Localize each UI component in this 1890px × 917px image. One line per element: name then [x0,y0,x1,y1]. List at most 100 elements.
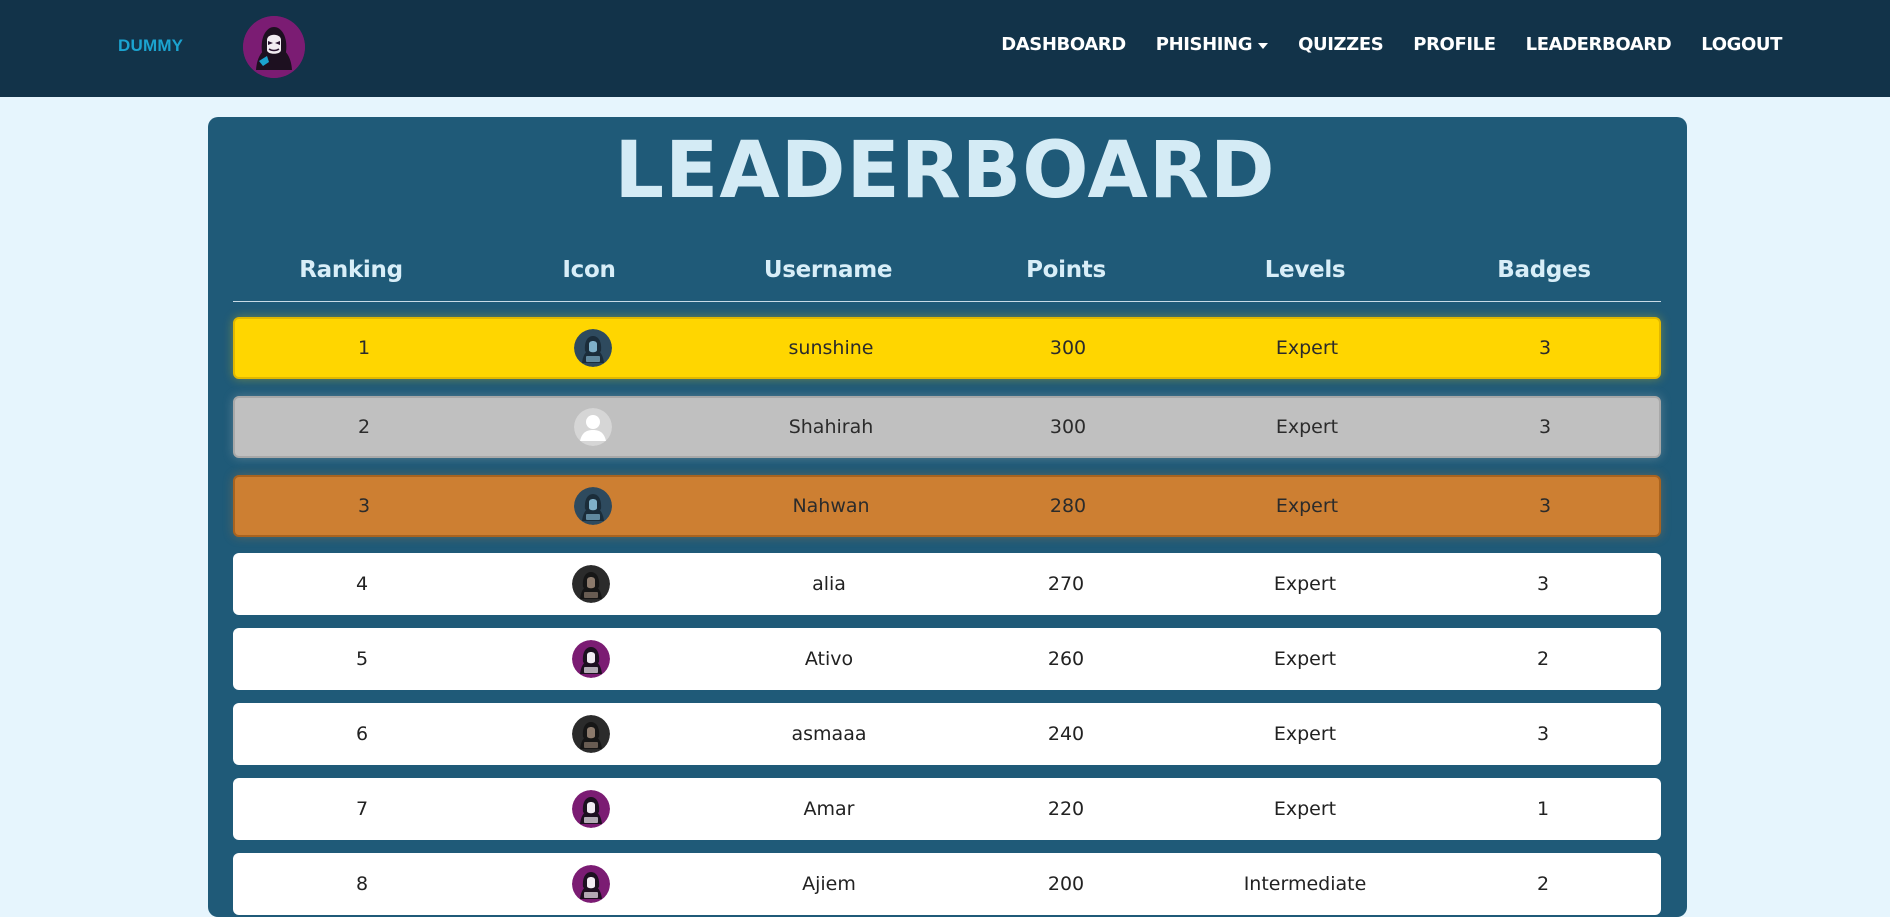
points-cell: 270 [946,553,1186,615]
header-ranking: Ranking [299,257,403,283]
default-user-avatar-icon [574,408,612,446]
rank-cell: 3 [244,477,484,535]
table-row[interactable]: 1 sunshine 300 Expert 3 [233,317,1661,379]
points-cell: 200 [946,853,1186,915]
table-row[interactable]: 2 Shahirah 300 Expert 3 [233,396,1661,458]
points-cell-text: 220 [1047,798,1085,820]
rank-cell: 6 [242,703,482,765]
table-row[interactable]: 8 Ajiem 200 Intermediate 2 [233,853,1661,915]
brand-link[interactable]: DUMMY [118,36,183,56]
rank-cell: 4 [242,553,482,615]
nav-link-quizzes[interactable]: QUIZZES [1298,34,1384,55]
table-row[interactable]: 3 Nahwan 280 Expert 3 [233,475,1661,537]
page-title: LEADERBOARD [614,126,1276,216]
rank-cell-text: 7 [355,798,369,820]
username-cell: asmaaa [709,703,949,765]
badges-cell: 3 [1423,553,1663,615]
username-cell: Nahwan [711,477,951,535]
header-badges: Badges [1497,257,1591,283]
icon-cell [471,628,711,690]
username-cell-text: Ativo [804,648,854,670]
rank-cell-text: 1 [357,337,371,359]
badges-cell-text: 3 [1536,573,1550,595]
hacker-blue-avatar-icon [574,487,612,525]
nav-links: DASHBOARD PHISHING QUIZZES PROFILE LEADERBOA… [1001,34,1782,55]
points-cell-text: 240 [1047,723,1085,745]
badges-cell: 1 [1423,778,1663,840]
table-row[interactable]: 7 Amar 220 Expert 1 [233,778,1661,840]
badges-cell-text: 3 [1538,416,1552,438]
hacker-dark-avatar-icon [572,565,610,603]
level-cell: Intermediate [1185,853,1425,915]
username-cell: Ajiem [709,853,949,915]
badges-cell-text: 3 [1538,337,1552,359]
hacker-purple-avatar-icon [572,640,610,678]
points-cell: 280 [948,477,1188,535]
badges-cell: 3 [1425,477,1665,535]
icon-cell [471,703,711,765]
icon-cell [471,553,711,615]
level-cell-text: Expert [1275,416,1339,438]
username-cell-text: Shahirah [788,416,874,438]
badges-cell-text: 3 [1538,495,1552,517]
nav-link-profile[interactable]: PROFILE [1413,34,1496,55]
points-cell: 300 [948,398,1188,456]
nav-link-label: PHISHING [1155,34,1253,55]
icon-cell [473,319,713,377]
table-row[interactable]: 4 alia 270 Expert 3 [233,553,1661,615]
icon-cell [471,853,711,915]
header-points: Points [1026,257,1106,283]
level-cell-text: Expert [1273,573,1337,595]
points-cell-text: 200 [1047,873,1085,895]
icon-cell [473,398,713,456]
icon-cell [471,778,711,840]
points-cell-text: 260 [1047,648,1085,670]
rank-cell-text: 3 [357,495,371,517]
nav-link-leaderboard[interactable]: LEADERBOARD [1526,34,1672,55]
table-row[interactable]: 6 asmaaa 240 Expert 3 [233,703,1661,765]
level-cell: Expert [1187,398,1427,456]
username-cell: Amar [709,778,949,840]
points-cell-text: 280 [1049,495,1087,517]
table-row[interactable]: 5 Ativo 260 Expert 2 [233,628,1661,690]
hacker-purple-avatar-icon [572,790,610,828]
username-cell-text: asmaaa [791,723,867,745]
username-cell-text: alia [812,573,846,595]
nav-link-label: PROFILE [1413,34,1496,55]
points-cell-text: 300 [1049,337,1087,359]
badges-cell-text: 1 [1536,798,1550,820]
nav-link-phishing[interactable]: PHISHING [1155,34,1269,55]
username-cell: Shahirah [711,398,951,456]
caret-down-icon [1258,42,1269,49]
rank-cell: 7 [242,778,482,840]
badges-cell: 2 [1423,853,1663,915]
rank-cell-text: 4 [355,573,369,595]
rank-cell-text: 2 [357,416,371,438]
nav-link-dashboard[interactable]: DASHBOARD [1001,34,1126,55]
nav-link-label: DASHBOARD [1001,34,1126,55]
username-cell: sunshine [711,319,951,377]
badges-cell: 3 [1425,398,1665,456]
level-cell-text: Expert [1275,337,1339,359]
points-cell: 260 [946,628,1186,690]
level-cell: Expert [1185,778,1425,840]
hacker-purple-avatar-icon[interactable] [243,16,305,78]
nav-link-label: LOGOUT [1701,34,1782,55]
level-cell: Expert [1187,319,1427,377]
level-cell-text: Expert [1273,798,1337,820]
username-cell-text: Amar [803,798,855,820]
badges-cell: 3 [1423,703,1663,765]
level-cell-text: Expert [1275,495,1339,517]
level-cell-text: Expert [1273,648,1337,670]
rank-cell: 5 [242,628,482,690]
badges-cell-text: 2 [1536,648,1550,670]
rank-cell-text: 8 [355,873,369,895]
rank-cell: 8 [242,853,482,915]
nav-link-logout[interactable]: LOGOUT [1701,34,1782,55]
rank-cell-text: 5 [355,648,369,670]
username-cell: alia [709,553,949,615]
level-cell: Expert [1187,477,1427,535]
username-cell-text: sunshine [788,337,874,359]
points-cell: 300 [948,319,1188,377]
badges-cell-text: 2 [1536,873,1550,895]
